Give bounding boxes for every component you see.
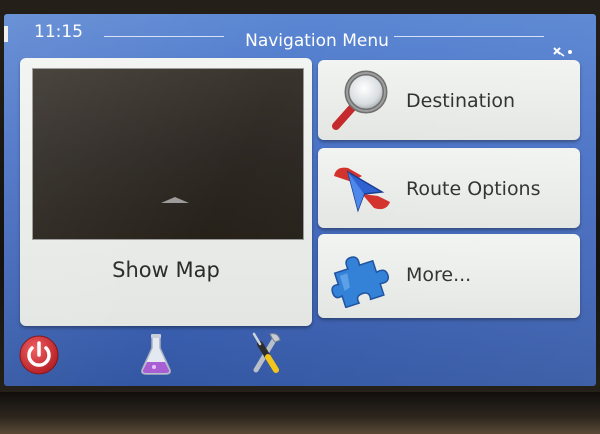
- destination-button[interactable]: Destination: [318, 60, 580, 140]
- left-edge-marker: [4, 26, 8, 42]
- nav-screen: 11:15 Navigation Menu Show Map Destinati…: [4, 14, 596, 386]
- power-icon[interactable]: [18, 334, 60, 376]
- flask-icon[interactable]: [140, 332, 172, 376]
- destination-label: Destination: [406, 90, 516, 112]
- route-options-button[interactable]: Route Options: [318, 148, 580, 228]
- clock: 11:15: [34, 22, 83, 42]
- map-preview: [32, 68, 304, 240]
- satellite-icon: [553, 47, 572, 57]
- route-arrow-icon: [334, 167, 390, 213]
- vehicle-position-icon: [161, 197, 189, 203]
- route-options-label: Route Options: [406, 178, 541, 200]
- more-label: More...: [406, 264, 472, 286]
- magnifier-icon: [332, 70, 388, 130]
- more-button[interactable]: More...: [318, 234, 580, 318]
- tools-icon[interactable]: [248, 330, 284, 374]
- show-map-button[interactable]: Show Map: [20, 58, 312, 326]
- page-title: Navigation Menu: [245, 31, 389, 51]
- header-line-right: [394, 36, 544, 37]
- puzzle-icon: [331, 256, 390, 308]
- table-surface: [0, 392, 600, 434]
- header-line-left: [104, 36, 224, 37]
- header-bar: 11:15 Navigation Menu: [4, 14, 596, 57]
- show-map-label: Show Map: [112, 258, 220, 282]
